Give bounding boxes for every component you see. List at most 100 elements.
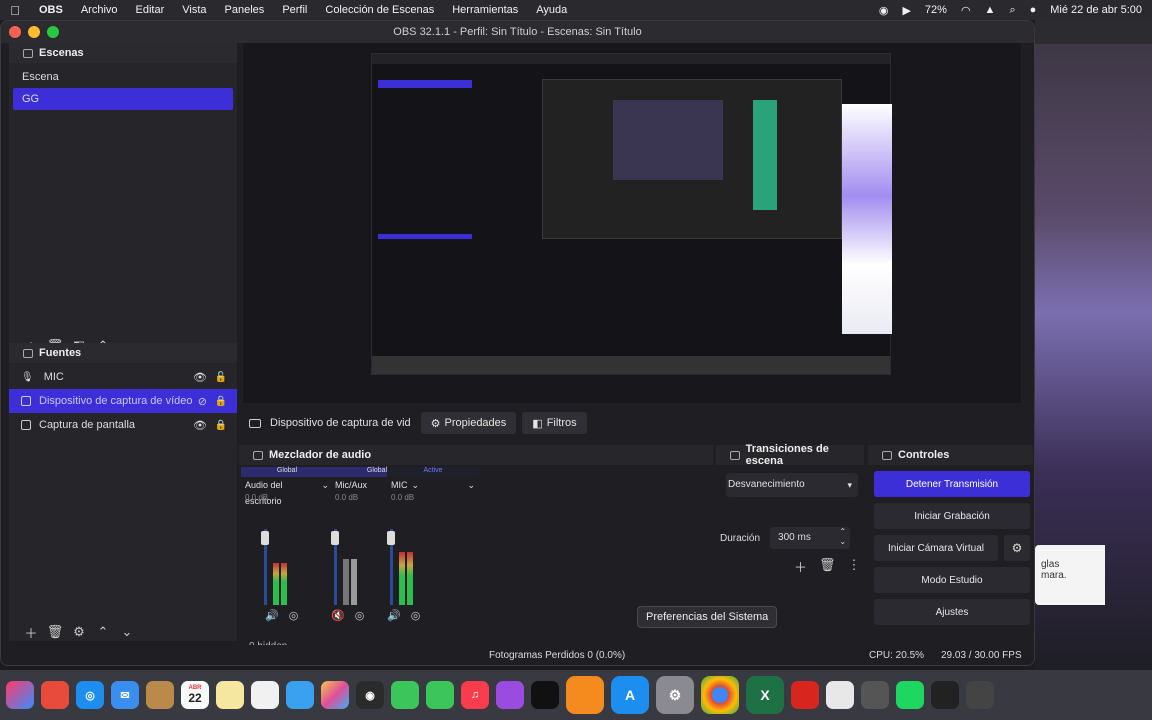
menu-archivo[interactable]: Archivo — [72, 4, 127, 16]
obs-status-icon[interactable]: ◉ — [879, 4, 889, 17]
settings-button[interactable]: Ajustes — [874, 599, 1030, 625]
search-icon[interactable]: ⌕ — [1009, 4, 1015, 17]
contacts-icon[interactable] — [146, 681, 174, 709]
menu-editar[interactable]: Editar — [127, 4, 174, 16]
monitor-icon[interactable]: ◎ — [289, 609, 299, 622]
menu-app-name[interactable]: OBS — [30, 4, 72, 16]
app-store-icon[interactable]: A — [611, 676, 649, 714]
system-preferences-gear-icon[interactable]: ⚙ — [656, 676, 694, 714]
siri-icon[interactable]: ● — [1030, 4, 1037, 16]
menu-ayuda[interactable]: Ayuda — [527, 4, 576, 16]
piano-icon[interactable] — [931, 681, 959, 709]
start-virtual-camera-button[interactable]: Iniciar Cámara Virtual — [874, 535, 998, 561]
preview-icon[interactable] — [826, 681, 854, 709]
dock-float-icon[interactable] — [253, 450, 263, 460]
channel-name-dropdown[interactable]: MIC ⌄ — [387, 477, 479, 493]
scene-item[interactable]: Escena — [9, 66, 237, 88]
menu-coleccion-escenas[interactable]: Colección de Escenas — [316, 4, 443, 16]
checkered-icon[interactable] — [861, 681, 889, 709]
unlock-icon[interactable]: 🔓 — [215, 372, 227, 383]
menu-herramientas[interactable]: Herramientas — [443, 4, 527, 16]
notes-icon[interactable] — [216, 681, 244, 709]
virtual-camera-settings-gear-icon[interactable]: ⚙ — [1004, 535, 1030, 561]
scene-item-selected[interactable]: GG — [13, 88, 233, 110]
source-label: Captura de pantalla — [39, 419, 136, 431]
volume-meter — [261, 529, 289, 605]
apps-grid-icon[interactable] — [41, 681, 69, 709]
menu-perfil[interactable]: Perfil — [273, 4, 316, 16]
menu-vista[interactable]: Vista — [173, 4, 215, 16]
nested-scene-selection — [378, 80, 472, 88]
source-item-mic[interactable]: 🎙 MIC 👁 🔓 — [9, 365, 237, 389]
monitor-icon[interactable]: ◎ — [411, 609, 421, 622]
safari-icon[interactable]: ◎ — [76, 681, 104, 709]
play-status-icon[interactable]: ▶ — [902, 4, 910, 17]
channel-tag: Global — [241, 467, 333, 477]
dock-float-icon[interactable] — [730, 450, 740, 460]
add-source-icon[interactable]: ＋ — [19, 623, 43, 642]
properties-button[interactable]: ⚙ Propiedades — [420, 412, 517, 434]
camera-feed — [842, 104, 892, 334]
mail-icon[interactable]: ✉ — [111, 681, 139, 709]
menu-paneles[interactable]: Paneles — [216, 4, 274, 16]
reminders-icon[interactable] — [251, 681, 279, 709]
preview-canvas[interactable] — [243, 43, 1021, 403]
filters-button[interactable]: ◧ Filtros — [522, 412, 587, 434]
more-options-icon[interactable]: ⋮ — [848, 557, 861, 576]
remove-transition-icon[interactable]: 🗑 — [819, 557, 836, 576]
channel-controls: 🔇 ◎ — [331, 609, 364, 622]
stop-streaming-button[interactable]: Detener Transmisión — [874, 471, 1030, 497]
dock-float-icon[interactable] — [23, 348, 33, 358]
books-icon[interactable] — [566, 676, 604, 714]
add-transition-icon[interactable]: ＋ — [794, 557, 807, 576]
move-up-icon[interactable]: ⌃ — [91, 624, 115, 640]
clock[interactable]: Mié 22 de abr 5:00 — [1050, 4, 1142, 16]
volume-slider-handle[interactable] — [261, 531, 269, 545]
dock-float-icon[interactable] — [23, 48, 33, 58]
move-down-icon[interactable]: ⌄ — [115, 624, 139, 640]
lock-icon[interactable]: 🔒 — [215, 420, 227, 431]
maps-icon[interactable] — [286, 681, 314, 709]
volume-slider-handle[interactable] — [387, 531, 395, 545]
lock-icon[interactable]: 🔒 — [215, 396, 227, 407]
monitor-icon[interactable]: ◎ — [355, 609, 365, 622]
apple-tv-icon[interactable] — [531, 681, 559, 709]
studio-mode-button[interactable]: Modo Estudio — [874, 567, 1030, 593]
obs-icon[interactable]: ◉ — [356, 681, 384, 709]
trash-icon[interactable] — [966, 681, 994, 709]
excel-icon[interactable]: X — [746, 676, 784, 714]
remove-source-icon[interactable]: 🗑 — [43, 624, 67, 640]
music-icon[interactable]: ♫ — [461, 681, 489, 709]
photos-icon[interactable] — [321, 681, 349, 709]
speaker-icon[interactable]: 🔊 — [387, 609, 401, 622]
source-settings-gear-icon[interactable]: ⚙ — [67, 624, 91, 640]
speaker-icon[interactable]: 🔊 — [265, 609, 279, 622]
wifi-icon[interactable]: ◠ — [961, 4, 971, 17]
muted-speaker-icon[interactable]: 🔇 — [331, 609, 345, 622]
apple-menu-icon[interactable]:  — [0, 3, 30, 18]
chrome-icon[interactable] — [701, 676, 739, 714]
source-item-display-capture[interactable]: Captura de pantalla 👁 🔒 — [9, 413, 237, 437]
calendar-icon[interactable]: ABR 22 — [181, 681, 209, 709]
acrobat-icon[interactable] — [791, 681, 819, 709]
transition-select[interactable]: Desvanecimiento ▾ — [726, 473, 858, 497]
podcasts-icon[interactable] — [496, 681, 524, 709]
stepper-arrows-icon[interactable]: ⌃ ⌄ — [839, 527, 846, 547]
channel-name-dropdown[interactable]: Audio del escritorio ⌄ — [241, 477, 333, 506]
visibility-hidden-icon[interactable]: ⊘ — [198, 395, 207, 408]
meter-level-right — [407, 551, 413, 605]
dock-float-icon[interactable] — [882, 450, 892, 460]
airplay-icon[interactable]: ▲ — [985, 4, 996, 16]
facetime-icon[interactable] — [426, 681, 454, 709]
visibility-eye-icon[interactable]: 👁 — [193, 419, 207, 432]
launchpad-icon[interactable] — [6, 681, 34, 709]
spotify-icon[interactable] — [896, 681, 924, 709]
volume-slider-handle[interactable] — [331, 531, 339, 545]
messages-icon[interactable] — [391, 681, 419, 709]
battery-percent[interactable]: 72% — [925, 4, 947, 16]
duration-spinbox[interactable]: 300 ms ⌃ ⌄ — [770, 527, 851, 549]
transitions-title: Transiciones de escena — [745, 443, 829, 467]
source-item-video-capture[interactable]: Dispositivo de captura de vídeo ⊘ 🔒 — [9, 389, 237, 413]
start-recording-button[interactable]: Iniciar Grabación — [874, 503, 1030, 529]
visibility-eye-icon[interactable]: 👁 — [193, 371, 207, 384]
